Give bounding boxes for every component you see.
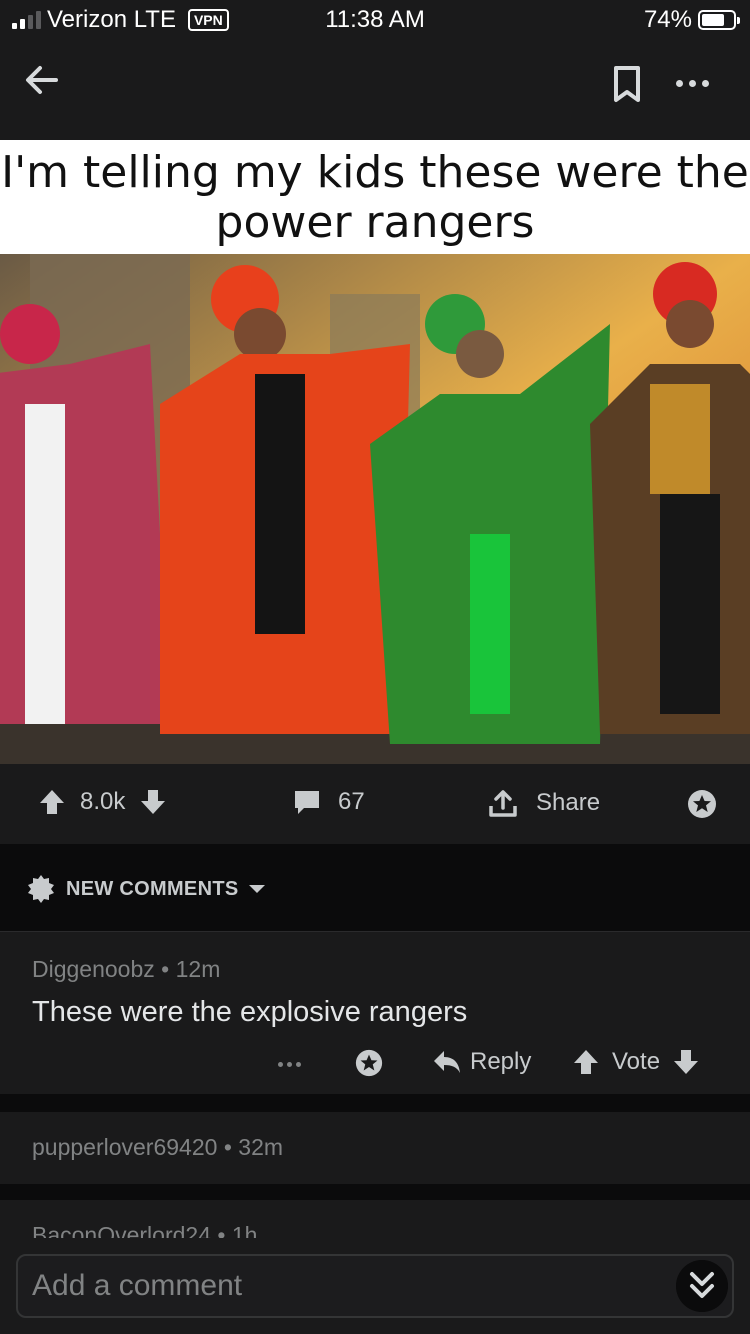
sort-bar: NEW COMMENTS	[0, 844, 750, 932]
post-photo	[0, 254, 750, 764]
more-icon[interactable]	[278, 1062, 301, 1067]
meme-caption: I'm telling my kids these were the power…	[0, 140, 750, 254]
comment-action-bar: Reply Vote	[0, 1044, 750, 1084]
bookmark-icon[interactable]	[612, 64, 642, 104]
comment-body: These were the explosive rangers	[32, 996, 468, 1028]
status-time: 11:38 AM	[325, 6, 425, 33]
reply-button[interactable]: Reply	[432, 1048, 531, 1076]
sort-label: NEW COMMENTS	[66, 877, 239, 900]
meta-separator: •	[223, 1134, 239, 1160]
award-icon[interactable]	[686, 788, 718, 820]
comment-composer-bar	[0, 1238, 750, 1334]
battery-group: 74%	[643, 6, 740, 34]
share-icon	[489, 790, 517, 817]
comment-vote-group: Vote	[572, 1048, 700, 1076]
reply-label: Reply	[470, 1048, 532, 1075]
back-arrow-icon[interactable]	[22, 60, 62, 100]
sort-icon	[28, 875, 54, 903]
share-button[interactable]: Share	[488, 788, 600, 818]
chevron-double-down-icon[interactable]	[676, 1260, 728, 1312]
upvote-count: 8.0k	[80, 788, 126, 815]
award-icon[interactable]	[354, 1048, 384, 1078]
post-action-bar: 8.0k 67 Share	[0, 764, 750, 844]
battery-percent: 74%	[643, 6, 692, 33]
comment-age: 32m	[238, 1134, 284, 1160]
vote-group: 8.0k	[38, 788, 167, 816]
comment-meta: pupperlover69420 • 32m	[32, 1134, 283, 1161]
downvote-icon[interactable]	[672, 1048, 700, 1076]
comment-icon	[295, 791, 319, 814]
upvote-icon[interactable]	[38, 788, 66, 816]
comment-author[interactable]: Diggenoobz	[32, 956, 155, 982]
reply-icon	[434, 1051, 460, 1073]
chevron-down-icon	[249, 885, 266, 893]
top-nav-bar	[0, 40, 750, 140]
comment-input-container	[16, 1254, 734, 1318]
comment-age: 12m	[175, 956, 221, 982]
meta-separator: •	[161, 956, 176, 982]
downvote-icon[interactable]	[139, 788, 167, 816]
comments-button[interactable]: 67	[292, 788, 365, 816]
comment-author[interactable]: pupperlover69420	[32, 1134, 217, 1160]
more-icon[interactable]	[676, 80, 709, 87]
share-label: Share	[536, 789, 601, 816]
sort-selector[interactable]: NEW COMMENTS	[26, 874, 266, 904]
comment-count: 67	[338, 788, 365, 815]
comment-item: Diggenoobz • 12m These were the explosiv…	[0, 932, 750, 1094]
status-bar: Verizon LTE VPN 11:38 AM 74%	[0, 0, 750, 40]
battery-icon	[698, 10, 740, 30]
post-image[interactable]: I'm telling my kids these were the power…	[0, 140, 750, 764]
add-comment-input[interactable]	[32, 1266, 652, 1306]
comment-meta: Diggenoobz • 12m	[32, 956, 220, 983]
vote-label: Vote	[612, 1048, 661, 1075]
comment-item[interactable]: pupperlover69420 • 32m	[0, 1112, 750, 1184]
upvote-icon[interactable]	[572, 1048, 600, 1076]
